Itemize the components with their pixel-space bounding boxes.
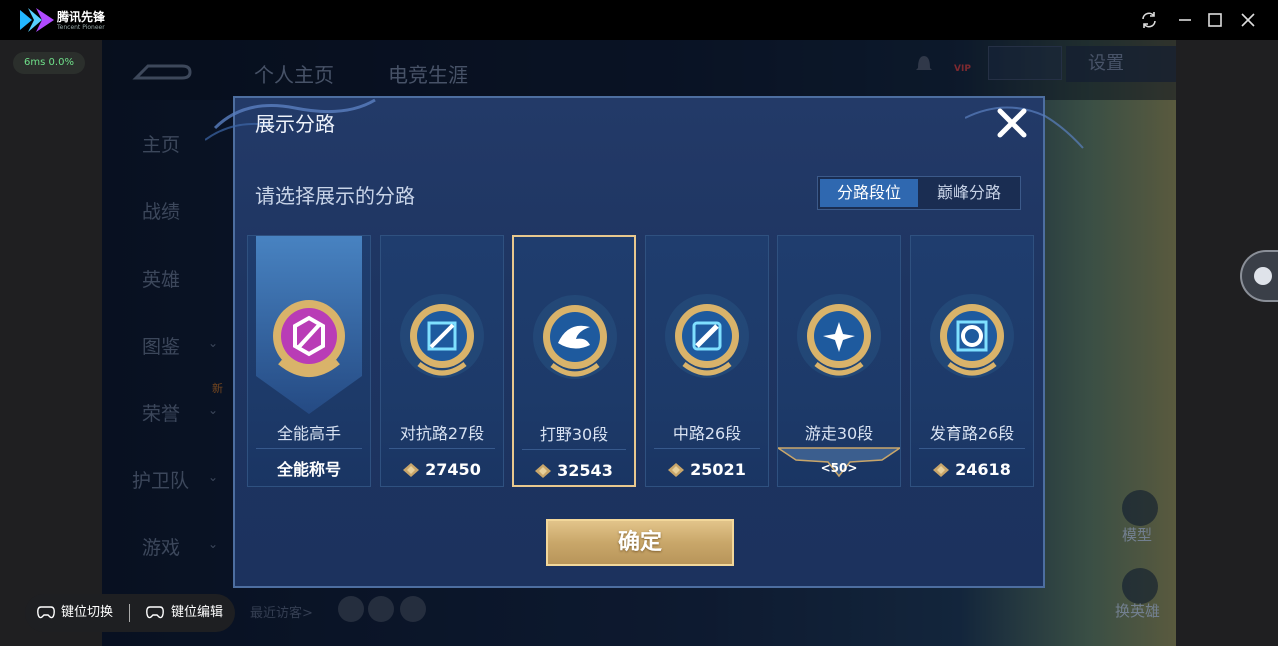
- rank-star-icon: [668, 463, 685, 477]
- roam-emblem-icon: [797, 294, 881, 378]
- tab-peak-lane[interactable]: 巅峰分路: [920, 179, 1018, 207]
- app-logo-icon: [20, 8, 54, 32]
- lane-card-clash[interactable]: 对抗路27段 27450: [380, 235, 504, 487]
- gamepad-icon: [146, 606, 164, 619]
- roam-star-count: 50: [830, 461, 848, 475]
- card-divider: [919, 448, 1025, 449]
- jungle-emblem-icon: [533, 295, 617, 379]
- card-name: 发育路26段: [929, 424, 1015, 443]
- card-score: 24618: [911, 454, 1033, 486]
- lane-card-farm[interactable]: 发育路26段 24618: [910, 235, 1034, 487]
- gamepad-icon: [37, 606, 55, 619]
- close-dialog-icon[interactable]: [995, 106, 1029, 140]
- card-score-value: 24618: [955, 460, 1011, 479]
- mode-segmented-control: 分路段位 巅峰分路: [817, 176, 1021, 210]
- mid-lane-emblem-icon: [665, 294, 749, 378]
- app-name: 腾讯先锋: [57, 10, 106, 24]
- card-name: 打野30段: [539, 425, 609, 444]
- lane-card-all-round[interactable]: 全能高手 全能称号: [247, 235, 371, 487]
- key-mapping-bar: 键位切换 键位编辑: [25, 594, 235, 632]
- farm-lane-emblem-icon: [930, 294, 1014, 378]
- rank-star-icon: [403, 463, 420, 477]
- key-switch-button[interactable]: 键位切换: [61, 594, 113, 632]
- floating-toggle-icon: [1254, 267, 1272, 285]
- rank-star-icon: [933, 463, 950, 477]
- latency-indicator: 6ms 0.0%: [13, 52, 85, 74]
- card-score: 25021: [646, 454, 768, 486]
- roam-star-badge: <50>: [820, 461, 858, 475]
- key-edit-button[interactable]: 键位编辑: [171, 594, 223, 632]
- all-round-emblem-icon: [273, 300, 345, 377]
- minimize-icon[interactable]: [1176, 11, 1194, 29]
- card-score-value: 27450: [425, 460, 481, 479]
- card-score-value: 25021: [690, 460, 746, 479]
- card-divider: [654, 448, 760, 449]
- clash-lane-emblem-icon: [400, 294, 484, 378]
- maximize-icon[interactable]: [1206, 11, 1224, 29]
- title-bar: 腾讯先锋 Tencent Pioneer: [0, 0, 1278, 40]
- card-score: 27450: [381, 454, 503, 486]
- confirm-button[interactable]: 确定: [546, 519, 734, 566]
- card-name: 游走30段: [804, 424, 874, 443]
- card-score-value: 32543: [557, 461, 613, 480]
- close-icon[interactable]: [1239, 11, 1257, 29]
- card-score: 32543: [514, 455, 634, 487]
- lane-card-jungle[interactable]: 打野30段 32543: [512, 235, 636, 487]
- app-subtitle: Tencent Pioneer: [57, 24, 105, 31]
- card-name: 全能高手: [276, 424, 341, 443]
- divider: [129, 604, 130, 622]
- card-name: 对抗路27段: [399, 424, 485, 443]
- card-footer: 全能称号: [276, 460, 341, 479]
- lane-display-dialog: 展示分路 请选择展示的分路 分路段位 巅峰分路 全能高手 全能称号 对抗路27段…: [205, 96, 1084, 588]
- tab-lane-rank[interactable]: 分路段位: [820, 179, 918, 207]
- lane-card-roam[interactable]: 游走30段 <50>: [777, 235, 901, 487]
- card-name: 中路26段: [672, 424, 742, 443]
- card-divider: [256, 448, 362, 449]
- dialog-title: 展示分路: [255, 112, 335, 136]
- right-letterbox: [1176, 40, 1278, 646]
- card-divider: [389, 448, 495, 449]
- rank-star-icon: [535, 464, 552, 478]
- refresh-icon[interactable]: [1140, 11, 1158, 29]
- left-letterbox: [0, 40, 102, 646]
- card-divider: [522, 449, 626, 450]
- dialog-subtitle: 请选择展示的分路: [255, 184, 415, 208]
- lane-card-mid[interactable]: 中路26段 25021: [645, 235, 769, 487]
